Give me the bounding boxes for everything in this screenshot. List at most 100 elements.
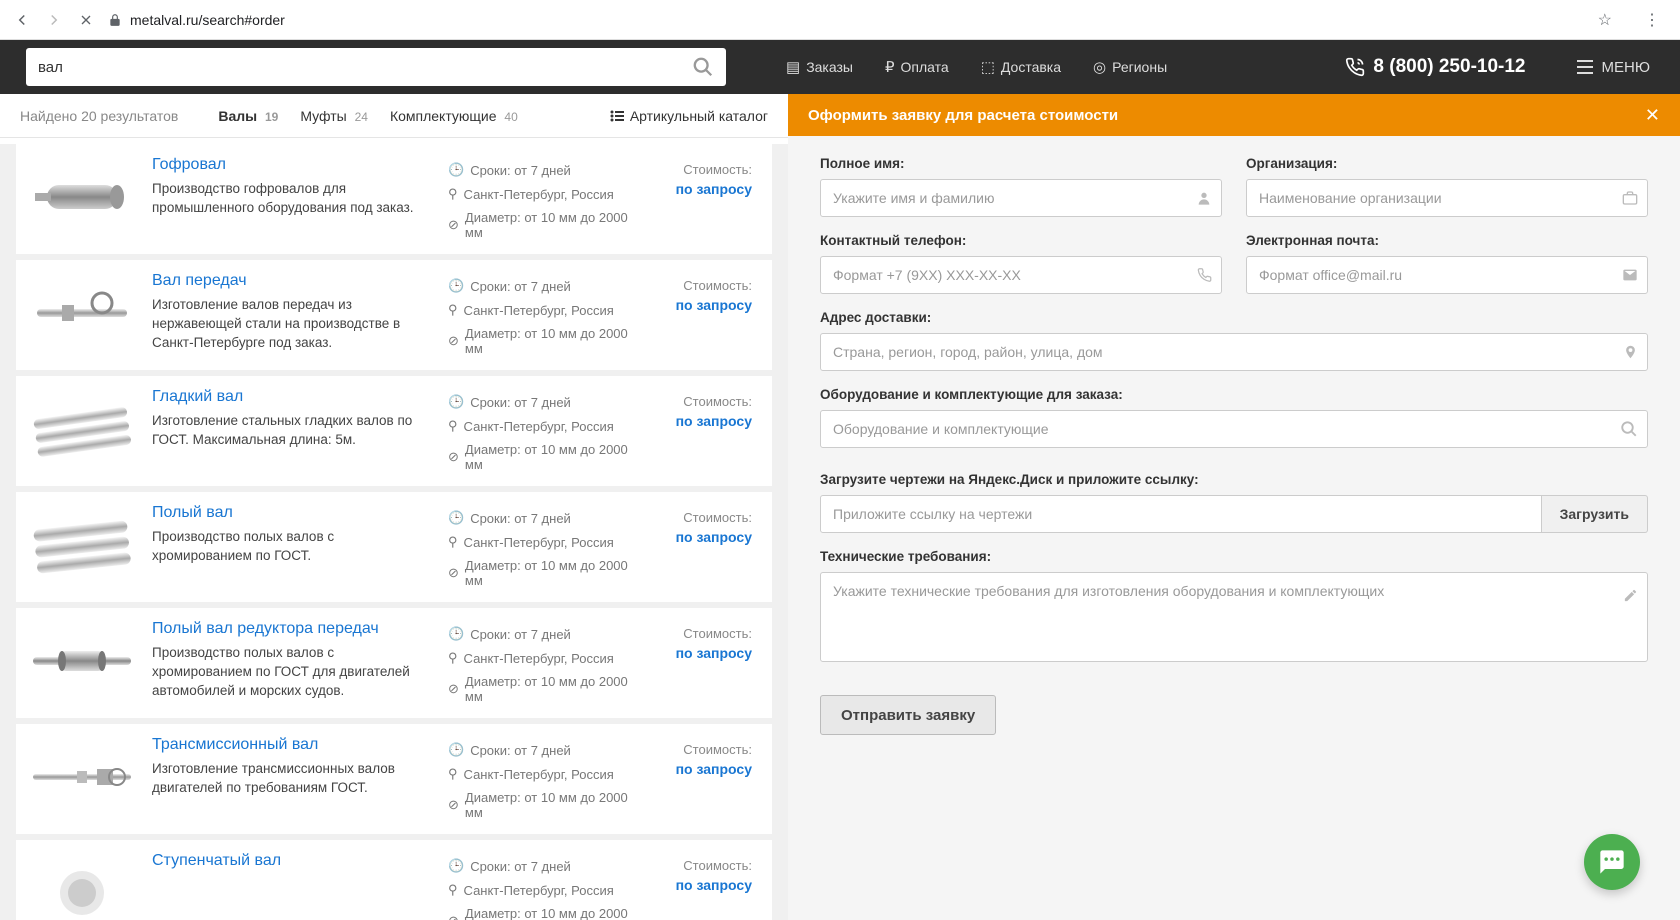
name-label: Полное имя: (820, 156, 1222, 171)
price-link[interactable]: по запросу (652, 297, 752, 313)
menu-button[interactable]: МЕНЮ (1576, 59, 1651, 76)
price-link[interactable]: по запросу (652, 413, 752, 429)
phone-text: 8 (800) 250-10-12 (1373, 56, 1525, 78)
clock-icon: 🕒 (448, 162, 464, 178)
back-button[interactable] (12, 10, 32, 30)
price-link[interactable]: по запросу (652, 877, 752, 893)
diameter-icon: ⊘ (448, 681, 459, 697)
menu-label: МЕНЮ (1602, 59, 1651, 76)
tab-count: 19 (265, 110, 278, 124)
regions-icon: ◎ (1093, 58, 1106, 76)
org-input[interactable] (1246, 179, 1648, 217)
result-card: Ступенчатый вал 🕒Сроки: от 7 дней⚲Санкт-П… (16, 840, 772, 920)
product-title[interactable]: Вал передач (152, 272, 434, 290)
search-results-panel: Найдено 20 результатов Валы 19 Муфты 24 Ко… (0, 94, 788, 920)
clock-icon: 🕒 (448, 858, 464, 874)
product-price: Стоимость: по запросу (652, 736, 752, 820)
chat-button[interactable] (1584, 834, 1640, 890)
order-title: Оформить заявку для расчета стоимости (808, 107, 1118, 124)
clock-icon: 🕒 (448, 626, 464, 642)
search-box[interactable] (26, 48, 726, 86)
price-label: Стоимость: (652, 278, 752, 293)
product-price: Стоимость: по запросу (652, 620, 752, 704)
product-description: Производство гофровалов для промышленног… (152, 180, 422, 218)
pin-icon (1623, 343, 1638, 361)
phone-number[interactable]: 8 (800) 250-10-12 (1345, 56, 1525, 78)
location-icon: ⚲ (448, 418, 458, 434)
price-label: Стоимость: (652, 742, 752, 757)
address-input[interactable] (820, 333, 1648, 371)
filter-tab[interactable]: Комплектующие 40 (390, 108, 518, 124)
nav-regions[interactable]: ◎ Регионы (1093, 58, 1167, 76)
nav-orders[interactable]: ▤Заказы (786, 58, 853, 76)
product-title[interactable]: Трансмиссионный вал (152, 736, 434, 754)
phone-label: Контактный телефон: (820, 233, 1222, 248)
product-meta: 🕒Сроки: от 7 дней⚲Санкт-Петербург, Росси… (448, 620, 638, 704)
envelope-icon (1622, 267, 1638, 283)
nav-delivery[interactable]: ⬚Доставка (981, 58, 1061, 76)
diameter-icon: ⊘ (448, 449, 459, 465)
submit-button[interactable]: Отправить заявку (820, 695, 996, 735)
product-description: Изготовление трансмиссионных валов двига… (152, 760, 422, 798)
location-icon: ⚲ (448, 534, 458, 550)
price-link[interactable]: по запросу (652, 529, 752, 545)
product-title[interactable]: Полый вал (152, 504, 434, 522)
name-input[interactable] (820, 179, 1222, 217)
results-count: Найдено 20 результатов (20, 108, 178, 124)
phone-icon (1345, 57, 1365, 77)
diameter-icon: ⊘ (448, 333, 459, 349)
product-meta: 🕒Сроки: от 7 дней⚲Санкт-Петербург, Росси… (448, 272, 638, 356)
product-price: Стоимость:по запросу (652, 156, 752, 240)
price-link[interactable]: по запросу (652, 645, 752, 661)
price-link[interactable]: по запросу (652, 761, 752, 777)
search-icon[interactable] (692, 56, 714, 78)
catalog-link[interactable]: Артикульный каталог (610, 108, 768, 124)
location-icon: ⚲ (448, 766, 458, 782)
filter-tab[interactable]: Муфты 24 (300, 108, 368, 124)
price-label: Стоимость: (652, 510, 752, 525)
stop-button[interactable] (76, 10, 96, 30)
email-input[interactable] (1246, 256, 1648, 294)
tech-textarea[interactable] (820, 572, 1648, 662)
browser-menu-icon[interactable]: ⋮ (1644, 10, 1660, 30)
forward-button[interactable] (44, 10, 64, 30)
briefcase-icon (1622, 190, 1638, 206)
product-title[interactable]: Гофровал (152, 156, 434, 174)
equipment-input[interactable] (820, 410, 1648, 448)
price-link[interactable]: по запросу (652, 181, 752, 197)
price-label: Стоимость: (652, 626, 752, 641)
product-meta: 🕒Сроки: от 7 дней⚲Санкт-Петербург, Росси… (448, 852, 638, 920)
product-thumbnail (26, 736, 138, 818)
product-title[interactable]: Полый вал редуктора передач (152, 620, 434, 638)
upload-button[interactable]: Загрузить (1542, 495, 1648, 533)
bookmark-icon[interactable]: ☆ (1598, 10, 1612, 30)
clock-icon: 🕒 (448, 394, 464, 410)
order-header: Оформить заявку для расчета стоимости ✕ (788, 94, 1680, 136)
address-label: Адрес доставки: (820, 310, 1648, 325)
nav-label: Регионы (1112, 59, 1167, 75)
upload-label: Загрузите чертежи на Яндекс.Диск и прило… (820, 472, 1648, 487)
product-title[interactable]: Ступенчатый вал (152, 852, 434, 870)
product-meta: 🕒Сроки: от 7 дней⚲Санкт-Петербург, Росси… (448, 504, 638, 588)
product-description: Производство полых валов с хромированием… (152, 644, 422, 701)
phone-field-icon (1197, 268, 1212, 283)
product-description: Производство полых валов с хромированием… (152, 528, 422, 566)
filter-tab[interactable]: Валы 19 (218, 108, 278, 124)
product-title[interactable]: Гладкий вал (152, 388, 434, 406)
diameter-icon: ⊘ (448, 797, 459, 813)
diameter-icon: ⊘ (448, 217, 459, 233)
diameter-icon: ⊘ (448, 565, 459, 581)
search-input[interactable] (38, 59, 692, 76)
result-card: Полый вал Производство полых валов с хром… (16, 492, 772, 602)
clock-icon: 🕒 (448, 278, 464, 294)
nav-payment[interactable]: ₽Оплата (885, 58, 949, 76)
upload-input[interactable] (820, 495, 1542, 533)
product-price: Стоимость: по запросу (652, 272, 752, 356)
phone-input[interactable] (820, 256, 1222, 294)
product-thumbnail (26, 272, 138, 354)
url-text: metalval.ru/search#order (130, 12, 285, 28)
close-icon[interactable]: ✕ (1645, 105, 1660, 126)
result-card: Полый вал редуктора передач Производство … (16, 608, 772, 718)
product-thumbnail (26, 504, 138, 586)
address-bar[interactable]: metalval.ru/search#order (108, 12, 1586, 28)
